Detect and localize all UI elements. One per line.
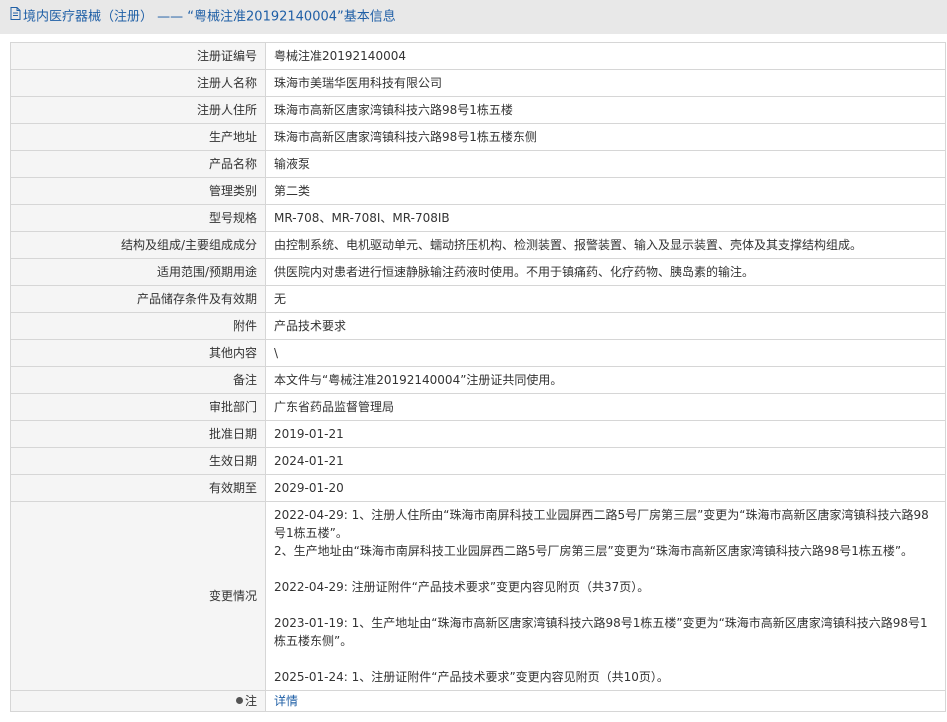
change-line: 2022-04-29: 1、注册人住所由“珠海市南屏科技工业园屏西二路5号厂房第… — [274, 508, 929, 540]
change-entry: 2023-01-19: 1、生产地址由“珠海市高新区唐家湾镇科技六路98号1栋五… — [274, 614, 937, 650]
table-row: 有效期至 2029-01-20 — [10, 474, 946, 502]
table-row: 生产地址 珠海市高新区唐家湾镇科技六路98号1栋五楼东侧 — [10, 123, 946, 151]
table-row: 注册人住所 珠海市高新区唐家湾镇科技六路98号1栋五楼 — [10, 96, 946, 124]
row-label: 型号规格 — [10, 204, 266, 232]
table-row: 结构及组成/主要组成成分 由控制系统、电机驱动单元、蠕动挤压机构、检测装置、报警装… — [10, 231, 946, 259]
row-label: 批准日期 — [10, 420, 266, 448]
row-label: 注册证编号 — [10, 42, 266, 70]
document-icon — [10, 0, 21, 34]
row-value: 2024-01-21 — [265, 447, 946, 475]
row-label: 适用范围/预期用途 — [10, 258, 266, 286]
table-row: 备注 本文件与“粤械注准20192140004”注册证共同使用。 — [10, 366, 946, 394]
row-label: 结构及组成/主要组成成分 — [10, 231, 266, 259]
table-row: 注册人名称 珠海市美瑞华医用科技有限公司 — [10, 69, 946, 97]
row-label: 备注 — [10, 366, 266, 394]
row-label: 审批部门 — [10, 393, 266, 421]
row-value: 产品技术要求 — [265, 312, 946, 340]
row-label: 生产地址 — [10, 123, 266, 151]
pin-icon — [235, 697, 243, 704]
table-row: 产品储存条件及有效期无 — [10, 285, 946, 313]
row-value: 第二类 — [265, 177, 946, 205]
row-label: 附件 — [10, 312, 266, 340]
table-row: 其他内容 \ — [10, 339, 946, 367]
title-reg-number: “粤械注准20192140004” — [187, 9, 344, 25]
note-label-cell: 注 — [10, 690, 266, 712]
row-label: 管理类别 — [10, 177, 266, 205]
change-entry: 2025-01-24: 1、注册证附件“产品技术要求”变更内容见附页（共10页）… — [274, 668, 937, 686]
title-separator: —— — [157, 9, 184, 25]
note-value: 详情 — [265, 690, 946, 712]
note-label: 注 — [244, 694, 257, 708]
row-value: 广东省药品监督管理局 — [265, 393, 946, 421]
table-row: 审批部门 广东省药品监督管理局 — [10, 393, 946, 421]
table-row: 批准日期 2019-01-21 — [10, 420, 946, 448]
row-label: 生效日期 — [10, 447, 266, 475]
row-value: 供医院内对患者进行恒速静脉输注药液时使用。不用于镇痛药、化疗药物、胰岛素的输注。 — [265, 258, 946, 286]
changes-value: 2022-04-29: 1、注册人住所由“珠海市南屏科技工业园屏西二路5号厂房第… — [265, 501, 946, 691]
row-value: 珠海市高新区唐家湾镇科技六路98号1栋五楼东侧 — [265, 123, 946, 151]
row-value: 无 — [265, 285, 946, 313]
row-value: MR-708、MR-708I、MR-708IB — [265, 204, 946, 232]
title-prefix: 境内医疗器械（注册） — [23, 9, 154, 25]
table-row: 型号规格 MR-708、MR-708I、MR-708IB — [10, 204, 946, 232]
page-title-bar: 境内医疗器械（注册） —— “粤械注准20192140004”基本信息 — [0, 0, 947, 34]
row-value: 2029-01-20 — [265, 474, 946, 502]
table-row: 附件 产品技术要求 — [10, 312, 946, 340]
row-value: 2019-01-21 — [265, 420, 946, 448]
table-row: 产品名称 输液泵 — [10, 150, 946, 178]
row-value: 本文件与“粤械注准20192140004”注册证共同使用。 — [265, 366, 946, 394]
change-line: 2025-01-24: 1、注册证附件“产品技术要求”变更内容见附页（共10页）… — [274, 670, 669, 684]
row-label: 注册人名称 — [10, 69, 266, 97]
row-label: 其他内容 — [10, 339, 266, 367]
note-row: 注 详情 — [10, 690, 946, 712]
change-line: 2022-04-29: 注册证附件“产品技术要求”变更内容见附页（共37页）。 — [274, 580, 650, 594]
change-line: 2、生产地址由“珠海市南屏科技工业园屏西二路5号厂房第三层”变更为“珠海市高新区… — [274, 544, 914, 558]
row-value: 由控制系统、电机驱动单元、蠕动挤压机构、检测装置、报警装置、输入及显示装置、壳体… — [265, 231, 946, 259]
row-label: 有效期至 — [10, 474, 266, 502]
change-entry: 2022-04-29: 注册证附件“产品技术要求”变更内容见附页（共37页）。 — [274, 578, 937, 596]
table-row: 管理类别 第二类 — [10, 177, 946, 205]
table-row: 生效日期 2024-01-21 — [10, 447, 946, 475]
table-row: 注册证编号 粤械注准20192140004 — [10, 42, 946, 70]
table-row: 适用范围/预期用途 供医院内对患者进行恒速静脉输注药液时使用。不用于镇痛药、化疗药… — [10, 258, 946, 286]
row-value: 珠海市高新区唐家湾镇科技六路98号1栋五楼 — [265, 96, 946, 124]
row-value: \ — [265, 339, 946, 367]
change-line: 2023-01-19: 1、生产地址由“珠海市高新区唐家湾镇科技六路98号1栋五… — [274, 616, 928, 648]
title-suffix: 基本信息 — [343, 9, 396, 25]
row-value: 珠海市美瑞华医用科技有限公司 — [265, 69, 946, 97]
changes-row: 变更情况 2022-04-29: 1、注册人住所由“珠海市南屏科技工业园屏西二路… — [10, 501, 946, 691]
row-label: 产品名称 — [10, 150, 266, 178]
details-link[interactable]: 详情 — [274, 694, 298, 708]
row-label: 注册人住所 — [10, 96, 266, 124]
row-value: 输液泵 — [265, 150, 946, 178]
info-table: 注册证编号 粤械注准20192140004 注册人名称 珠海市美瑞华医用科技有限公司… — [10, 42, 946, 712]
change-entry: 2022-04-29: 1、注册人住所由“珠海市南屏科技工业园屏西二路5号厂房第… — [274, 506, 937, 560]
row-value: 粤械注准20192140004 — [265, 42, 946, 70]
row-label: 产品储存条件及有效期 — [10, 285, 266, 313]
changes-label: 变更情况 — [10, 501, 266, 691]
